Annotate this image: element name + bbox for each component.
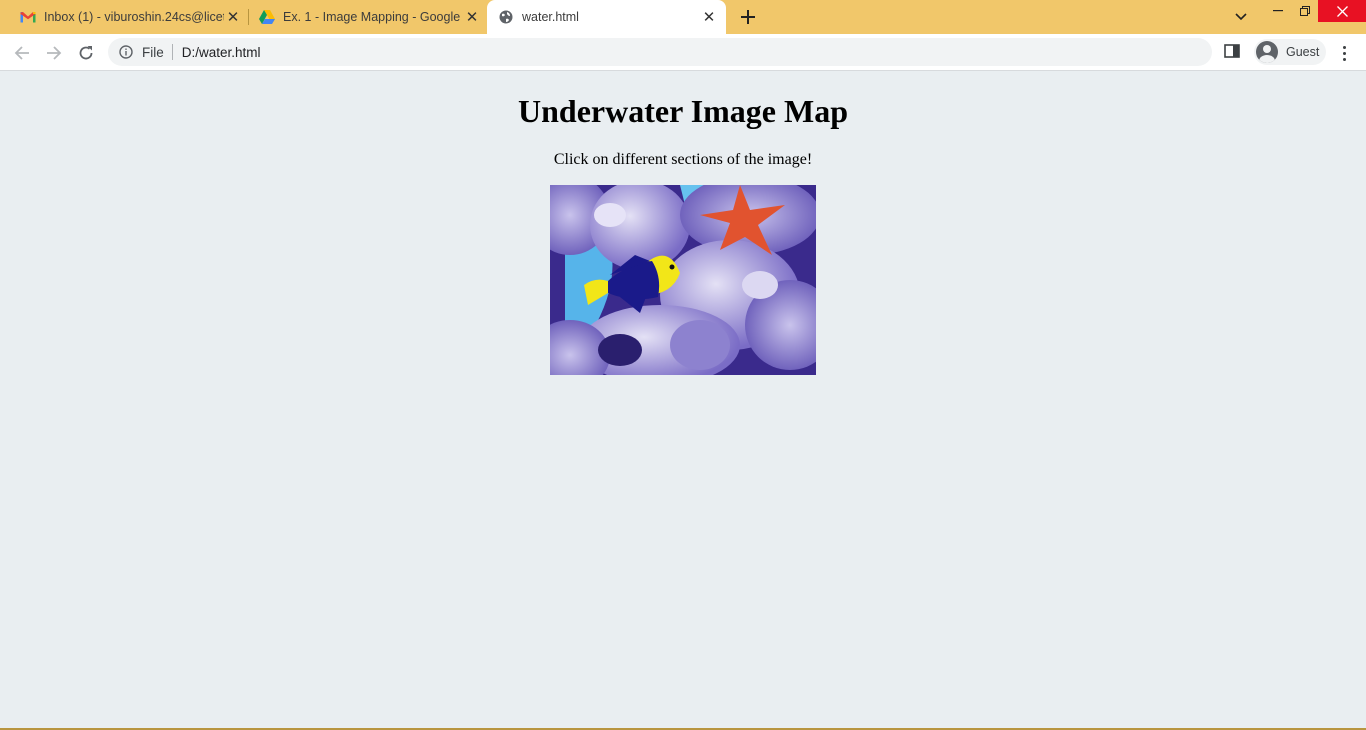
plus-icon	[741, 10, 755, 24]
tab-water-html[interactable]: water.html ✕	[487, 0, 726, 34]
info-icon[interactable]	[118, 44, 134, 60]
tab-title: Ex. 1 - Image Mapping - Google	[283, 10, 461, 24]
address-divider	[171, 44, 173, 60]
underwater-image[interactable]	[550, 185, 816, 375]
tab-title: water.html	[522, 10, 579, 24]
side-panel-icon	[1224, 44, 1240, 58]
side-panel-button[interactable]	[1224, 43, 1244, 63]
page-subtitle: Click on different sections of the image…	[553, 151, 813, 168]
page-content: Underwater Image Map Click on different …	[0, 71, 1366, 728]
menu-dot	[1342, 51, 1346, 55]
reload-button[interactable]	[73, 40, 99, 66]
chevron-down-icon	[1235, 13, 1247, 21]
new-tab-button[interactable]	[737, 6, 759, 28]
profile-button[interactable]: Guest	[1254, 39, 1326, 65]
close-window-button[interactable]	[1318, 0, 1366, 22]
address-bar[interactable]: File D:/water.html	[108, 38, 1212, 66]
profile-label: Guest	[1286, 45, 1320, 59]
tab-google-docs[interactable]: Ex. 1 - Image Mapping - Google ✕	[259, 0, 481, 34]
restore-icon	[1300, 6, 1310, 16]
tab-title: Inbox (1) - viburoshin.24cs@licet	[44, 10, 224, 24]
browser-toolbar: File D:/water.html Guest	[0, 34, 1366, 71]
url-text[interactable]: D:/water.html	[182, 45, 261, 60]
tab-gmail[interactable]: Inbox (1) - viburoshin.24cs@licet ✕	[20, 0, 242, 34]
close-tab-icon[interactable]: ✕	[463, 8, 481, 26]
menu-dot	[1342, 45, 1346, 49]
forward-arrow-icon	[47, 46, 62, 60]
reload-icon	[79, 46, 93, 60]
menu-dot	[1342, 57, 1346, 61]
site-scheme-label[interactable]: File	[142, 45, 164, 60]
minimize-icon	[1273, 10, 1283, 12]
back-arrow-icon	[14, 46, 29, 60]
tab-strip: Inbox (1) - viburoshin.24cs@licet ✕ Ex. …	[0, 0, 1366, 34]
underwater-image-map[interactable]	[550, 185, 816, 375]
close-icon	[1336, 5, 1348, 17]
restore-button[interactable]	[1295, 0, 1315, 22]
browser-menu-button[interactable]	[1336, 42, 1352, 64]
avatar-icon	[1256, 41, 1278, 63]
close-tab-icon[interactable]: ✕	[224, 8, 242, 26]
gmail-icon	[20, 9, 36, 25]
minimize-button[interactable]	[1268, 0, 1288, 22]
forward-button[interactable]	[41, 40, 67, 66]
tab-separator	[248, 9, 249, 25]
page-title: Underwater Image Map	[517, 93, 848, 129]
google-drive-icon	[259, 9, 275, 25]
tab-search-button[interactable]	[1230, 6, 1252, 28]
back-button[interactable]	[9, 40, 35, 66]
globe-icon	[498, 9, 514, 25]
close-tab-icon[interactable]: ✕	[700, 8, 718, 26]
